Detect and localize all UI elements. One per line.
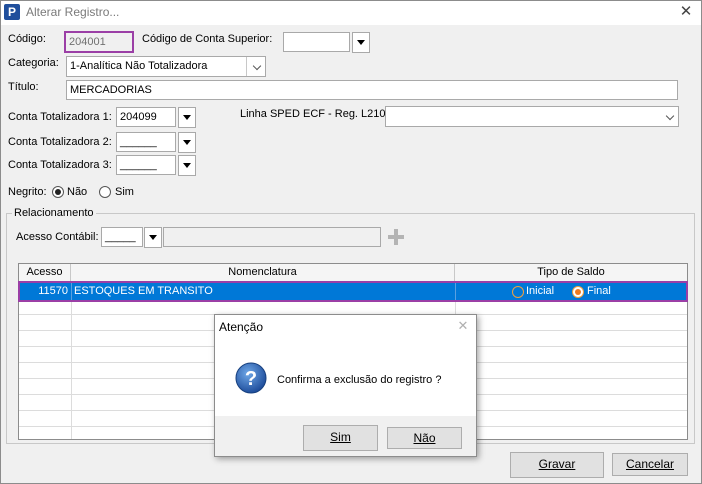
dialog-title: Atenção — [219, 320, 264, 334]
gravar-button[interactable]: Gravar — [510, 452, 604, 478]
tot3-label: Conta Totalizadora 3: — [8, 159, 112, 171]
codigo-field[interactable]: 204001 — [64, 31, 134, 53]
row-divider — [455, 283, 456, 300]
negrito-nao-label: Não — [67, 186, 88, 198]
close-icon[interactable]: ✕ — [676, 3, 696, 21]
conta-superior-field[interactable] — [283, 32, 350, 52]
dialog-message: Confirma a exclusão do registro ? — [277, 374, 442, 386]
relacionamento-label: Relacionamento — [12, 207, 96, 219]
categoria-select-divider — [246, 57, 247, 76]
row-divider — [71, 283, 72, 300]
row-acesso-cell: 11570 — [38, 285, 68, 297]
negrito-sim-label: Sim — [115, 186, 134, 198]
col-header-tipo-saldo[interactable]: Tipo de Saldo — [455, 264, 687, 282]
gravar-label: Gravar — [538, 457, 576, 471]
tot3-dropdown-button[interactable] — [178, 155, 196, 176]
negrito-nao-radio[interactable] — [52, 186, 64, 198]
negrito-sim-radio[interactable] — [99, 186, 111, 198]
acesso-contabil-dropdown-button[interactable] — [144, 227, 162, 248]
tot1-label: Conta Totalizadora 1: — [8, 111, 112, 123]
sped-label: Linha SPED ECF - Reg. L210: — [240, 108, 389, 120]
codigo-label: Código: — [8, 33, 46, 45]
svg-text:?: ? — [245, 368, 257, 390]
dialog-nao-button[interactable]: Não — [387, 427, 462, 449]
saldo-final-radio[interactable] — [572, 286, 584, 298]
col-header-acesso[interactable]: Acesso — [19, 264, 71, 282]
dialog-sim-button[interactable]: Sim — [303, 425, 378, 451]
question-icon: ? — [235, 362, 267, 394]
conta-superior-dropdown-button[interactable] — [352, 32, 370, 53]
saldo-inicial-radio[interactable] — [512, 286, 524, 298]
cancelar-button[interactable]: Cancelar — [612, 453, 688, 476]
tot1-field[interactable]: 204099 — [116, 107, 176, 127]
negrito-label: Negrito: — [8, 186, 47, 198]
grid-vline — [71, 300, 72, 439]
tot2-field[interactable]: ______ — [116, 132, 176, 152]
plus-icon[interactable] — [385, 226, 407, 248]
tot2-dropdown-button[interactable] — [178, 132, 196, 153]
col-header-nomenclatura[interactable]: Nomenclatura — [71, 264, 455, 282]
tot2-label: Conta Totalizadora 2: — [8, 136, 112, 148]
dialog-sim-label: Sim — [330, 430, 351, 444]
dialog-close-icon[interactable]: ✕ — [453, 317, 473, 335]
acesso-contabil-description — [163, 227, 381, 247]
window-title: Alterar Registro... — [26, 5, 120, 19]
tot1-dropdown-button[interactable] — [178, 107, 196, 128]
titulo-field[interactable]: MERCADORIAS — [66, 80, 678, 100]
titulo-label: Título: — [8, 81, 39, 93]
tot3-field[interactable]: ______ — [116, 155, 176, 175]
sped-select[interactable] — [385, 106, 679, 127]
saldo-final-label: Final — [587, 285, 611, 297]
conta-superior-label: Código de Conta Superior: — [142, 33, 273, 45]
categoria-select[interactable]: 1-Analítica Não Totalizadora — [66, 56, 266, 77]
row-nomenclatura-cell: ESTOQUES EM TRANSITO — [74, 285, 213, 297]
acesso-contabil-field[interactable]: _____ — [101, 227, 143, 247]
saldo-final-dot — [575, 289, 581, 295]
dialog-nao-label: Não — [413, 431, 436, 445]
saldo-inicial-label: Inicial — [526, 285, 555, 297]
acesso-contabil-label: Acesso Contábil: — [16, 231, 99, 243]
categoria-value: 1-Analítica Não Totalizadora — [70, 60, 208, 72]
categoria-label: Categoria: — [8, 57, 59, 69]
app-icon: P — [4, 4, 20, 20]
cancelar-label: Cancelar — [625, 457, 675, 471]
